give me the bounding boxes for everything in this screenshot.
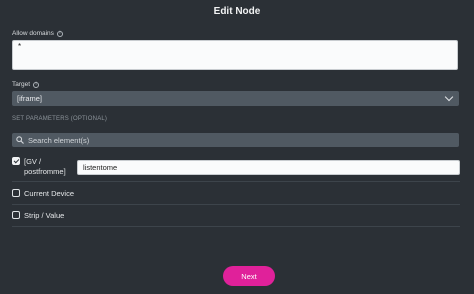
param-row-current-device: Current Device xyxy=(12,189,74,199)
divider xyxy=(12,226,460,227)
dialog-title: Edit Node xyxy=(213,6,261,17)
gv-postfromme-value-input[interactable]: listentome xyxy=(77,160,460,175)
divider xyxy=(12,181,460,182)
target-label-row: Target i xyxy=(12,81,40,88)
gv-postfromme-checkbox[interactable] xyxy=(12,157,20,165)
strip-value-checkbox[interactable] xyxy=(12,211,20,219)
info-icon[interactable]: i xyxy=(56,30,63,37)
allow-domains-value: * xyxy=(18,42,22,51)
next-button[interactable]: Next xyxy=(223,266,275,286)
target-label: Target xyxy=(12,81,31,88)
strip-value-label: Strip / Value xyxy=(24,211,65,220)
parameters-section-label: SET PARAMETERS (OPTIONAL) xyxy=(12,116,108,122)
search-placeholder: Search element(s) xyxy=(28,135,90,145)
allow-domains-field[interactable]: * xyxy=(12,40,458,70)
current-device-label: Current Device xyxy=(24,189,75,198)
info-icon[interactable]: i xyxy=(33,81,40,88)
chevron-down-icon xyxy=(444,92,454,102)
gv-postfromme-label: [GV / postfromme] xyxy=(24,157,66,176)
current-device-checkbox[interactable] xyxy=(12,189,20,197)
gv-postfromme-value: listentome xyxy=(83,163,118,172)
target-select[interactable]: [iframe] xyxy=(12,91,459,106)
search-input[interactable]: Search element(s) xyxy=(12,133,459,147)
allow-domains-label: Allow domains xyxy=(12,30,54,37)
param-row-gv-postfromme: [GV / postfromme] xyxy=(12,157,66,177)
search-icon xyxy=(16,136,24,144)
divider xyxy=(12,204,460,205)
allow-domains-label-row: Allow domains i xyxy=(12,30,63,37)
param-row-strip-value: Strip / Value xyxy=(12,211,64,221)
target-selected-value: [iframe] xyxy=(17,94,43,103)
